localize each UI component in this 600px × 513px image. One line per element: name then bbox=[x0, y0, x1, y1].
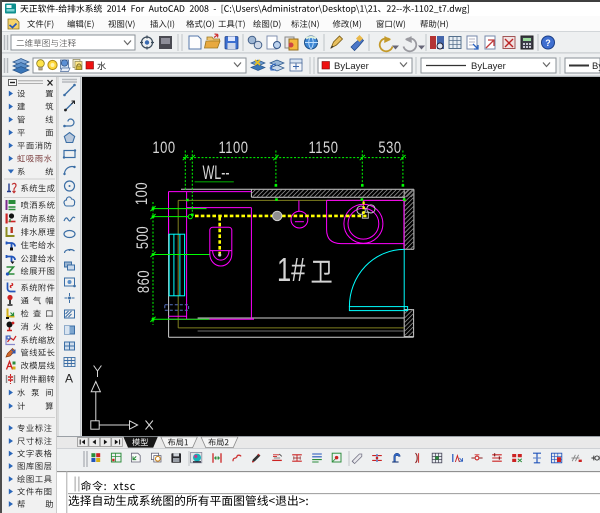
svg-text:A: A bbox=[65, 372, 73, 386]
svg-text:100: 100 bbox=[152, 140, 175, 158]
svg-text:1100: 1100 bbox=[219, 140, 249, 158]
svg-text:?: ? bbox=[545, 38, 551, 48]
svg-text:1150: 1150 bbox=[309, 140, 339, 158]
svg-text:100: 100 bbox=[134, 182, 152, 205]
svg-text:1#: 1# bbox=[277, 252, 306, 289]
svg-text:530: 530 bbox=[378, 140, 401, 158]
svg-text:ByLayer: ByLayer bbox=[334, 61, 369, 72]
svg-text:By: By bbox=[592, 61, 600, 72]
svg-text:860: 860 bbox=[136, 270, 154, 293]
svg-text:WL--: WL-- bbox=[203, 162, 230, 183]
svg-text:ByLayer: ByLayer bbox=[471, 61, 506, 72]
svg-text:500: 500 bbox=[135, 226, 153, 249]
